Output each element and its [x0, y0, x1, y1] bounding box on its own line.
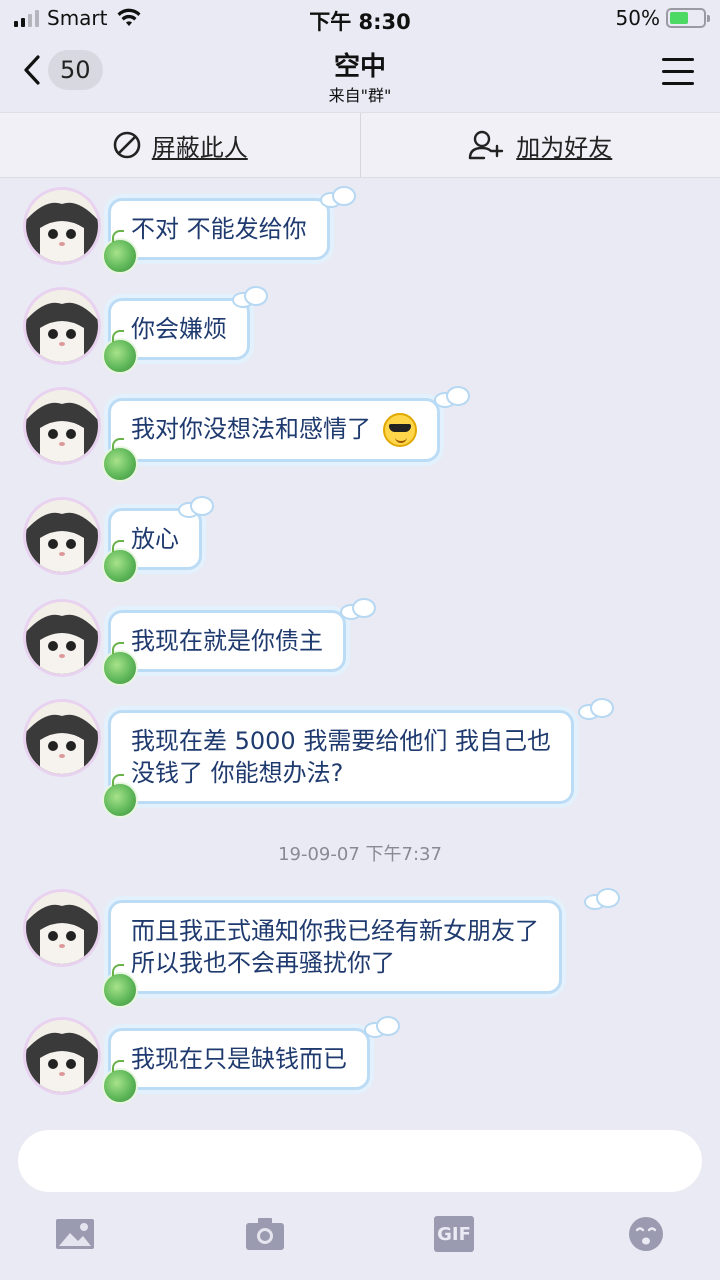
block-icon: [113, 131, 141, 159]
gif-label: GIF: [437, 1223, 471, 1245]
avatar[interactable]: [26, 892, 98, 964]
cat-avatar-image: [26, 390, 98, 462]
message-text-line: 没钱了 你能想办法?: [131, 759, 344, 787]
chat-list[interactable]: 不对 不能发给你 你会嫌烦 我对你没想法和感情了 放心 我现在就是你债主 我现在…: [0, 178, 720, 1118]
cloud-decoration: [578, 698, 618, 720]
avatar[interactable]: [26, 702, 98, 774]
message-row: 放心: [0, 494, 720, 584]
message-text: 我现在只是缺钱而已: [131, 1045, 347, 1073]
message-input[interactable]: [18, 1130, 702, 1192]
cloud-decoration: [320, 186, 360, 208]
gif-icon[interactable]: GIF: [434, 1216, 474, 1252]
cool-sunglasses-emoji-icon: [382, 413, 417, 447]
avatar[interactable]: [26, 1020, 98, 1092]
watermelon-decoration: [102, 230, 138, 274]
message-bubble[interactable]: 不对 不能发给你: [108, 198, 330, 260]
add-friend-label: 加为好友: [516, 133, 613, 162]
message-row: 我现在就是你债主: [0, 596, 720, 686]
watermelon-decoration: [102, 774, 138, 818]
message-row: 而且我正式通知你我已经有新女朋友了 所以我也不会再骚扰你了: [0, 886, 720, 1008]
watermelon-decoration: [102, 1060, 138, 1104]
composer: GIF: [0, 1116, 720, 1280]
avatar[interactable]: [26, 190, 98, 262]
avatar[interactable]: [26, 290, 98, 362]
chat-subtitle: 来自"群": [328, 86, 392, 105]
cat-avatar-image: [26, 702, 98, 774]
menu-button[interactable]: [662, 58, 694, 86]
avatar[interactable]: [26, 500, 98, 572]
watermelon-decoration: [102, 964, 138, 1008]
message-text-line: 我现在差 5000 我需要给他们 我自己也: [131, 727, 551, 755]
message-text-line: 所以我也不会再骚扰你了: [131, 949, 395, 977]
cloud-decoration: [434, 386, 474, 408]
add-user-icon: [469, 130, 504, 160]
block-user-button[interactable]: 屏蔽此人: [0, 113, 360, 177]
message-text: 不对 不能发给你: [131, 215, 307, 243]
cloud-decoration: [340, 598, 380, 620]
status-bar: Smart 下午 8:30 50%: [0, 0, 720, 36]
action-bar: 屏蔽此人 加为好友: [0, 112, 720, 178]
block-user-label: 屏蔽此人: [151, 133, 248, 162]
avatar[interactable]: [26, 602, 98, 674]
message-bubble[interactable]: 我现在差 5000 我需要给他们 我自己也 没钱了 你能想办法?: [108, 710, 574, 804]
cat-avatar-image: [26, 290, 98, 362]
cat-avatar-image: [26, 602, 98, 674]
nav-bar: 50 空中 来自"群": [0, 36, 720, 112]
message-row: 不对 不能发给你: [0, 184, 720, 274]
watermelon-decoration: [102, 330, 138, 374]
status-right: 50%: [615, 6, 710, 30]
cloud-decoration: [178, 496, 218, 518]
emoji-icon[interactable]: [626, 1216, 666, 1252]
cat-avatar-image: [26, 1020, 98, 1092]
menu-icon: [662, 58, 694, 61]
message-text: 你会嫌烦: [131, 315, 227, 343]
message-row: 你会嫌烦: [0, 284, 720, 374]
message-text: 我现在就是你债主: [131, 627, 323, 655]
cloud-decoration: [584, 888, 624, 910]
avatar[interactable]: [26, 390, 98, 462]
watermelon-decoration: [102, 540, 138, 584]
watermelon-decoration: [102, 438, 138, 482]
cat-avatar-image: [26, 892, 98, 964]
message-bubble[interactable]: 我现在就是你债主: [108, 610, 346, 672]
message-bubble[interactable]: 我现在只是缺钱而已: [108, 1028, 370, 1090]
status-time: 下午 8:30: [309, 10, 411, 34]
cloud-decoration: [232, 286, 272, 308]
message-text: 我对你没想法和感情了: [131, 415, 371, 443]
message-timestamp: 19-09-07 下午7:37: [278, 844, 442, 865]
message-text-line: 而且我正式通知你我已经有新女朋友了: [131, 917, 539, 945]
watermelon-decoration: [102, 642, 138, 686]
message-bubble[interactable]: 我对你没想法和感情了: [108, 398, 440, 462]
cat-avatar-image: [26, 500, 98, 572]
battery-percent: 50%: [615, 6, 660, 30]
image-icon[interactable]: [55, 1216, 95, 1252]
chat-title: 空中: [333, 52, 386, 82]
message-bubble[interactable]: 而且我正式通知你我已经有新女朋友了 所以我也不会再骚扰你了: [108, 900, 562, 994]
message-text: 放心: [131, 525, 179, 553]
message-row: 我对你没想法和感情了: [0, 384, 720, 482]
cat-avatar-image: [26, 190, 98, 262]
add-friend-button[interactable]: 加为好友: [361, 113, 720, 177]
cloud-decoration: [364, 1016, 404, 1038]
battery-icon: [666, 8, 710, 28]
message-row: 我现在只是缺钱而已: [0, 1014, 720, 1104]
camera-icon[interactable]: [245, 1216, 285, 1252]
message-row: 我现在差 5000 我需要给他们 我自己也 没钱了 你能想办法?: [0, 696, 720, 818]
